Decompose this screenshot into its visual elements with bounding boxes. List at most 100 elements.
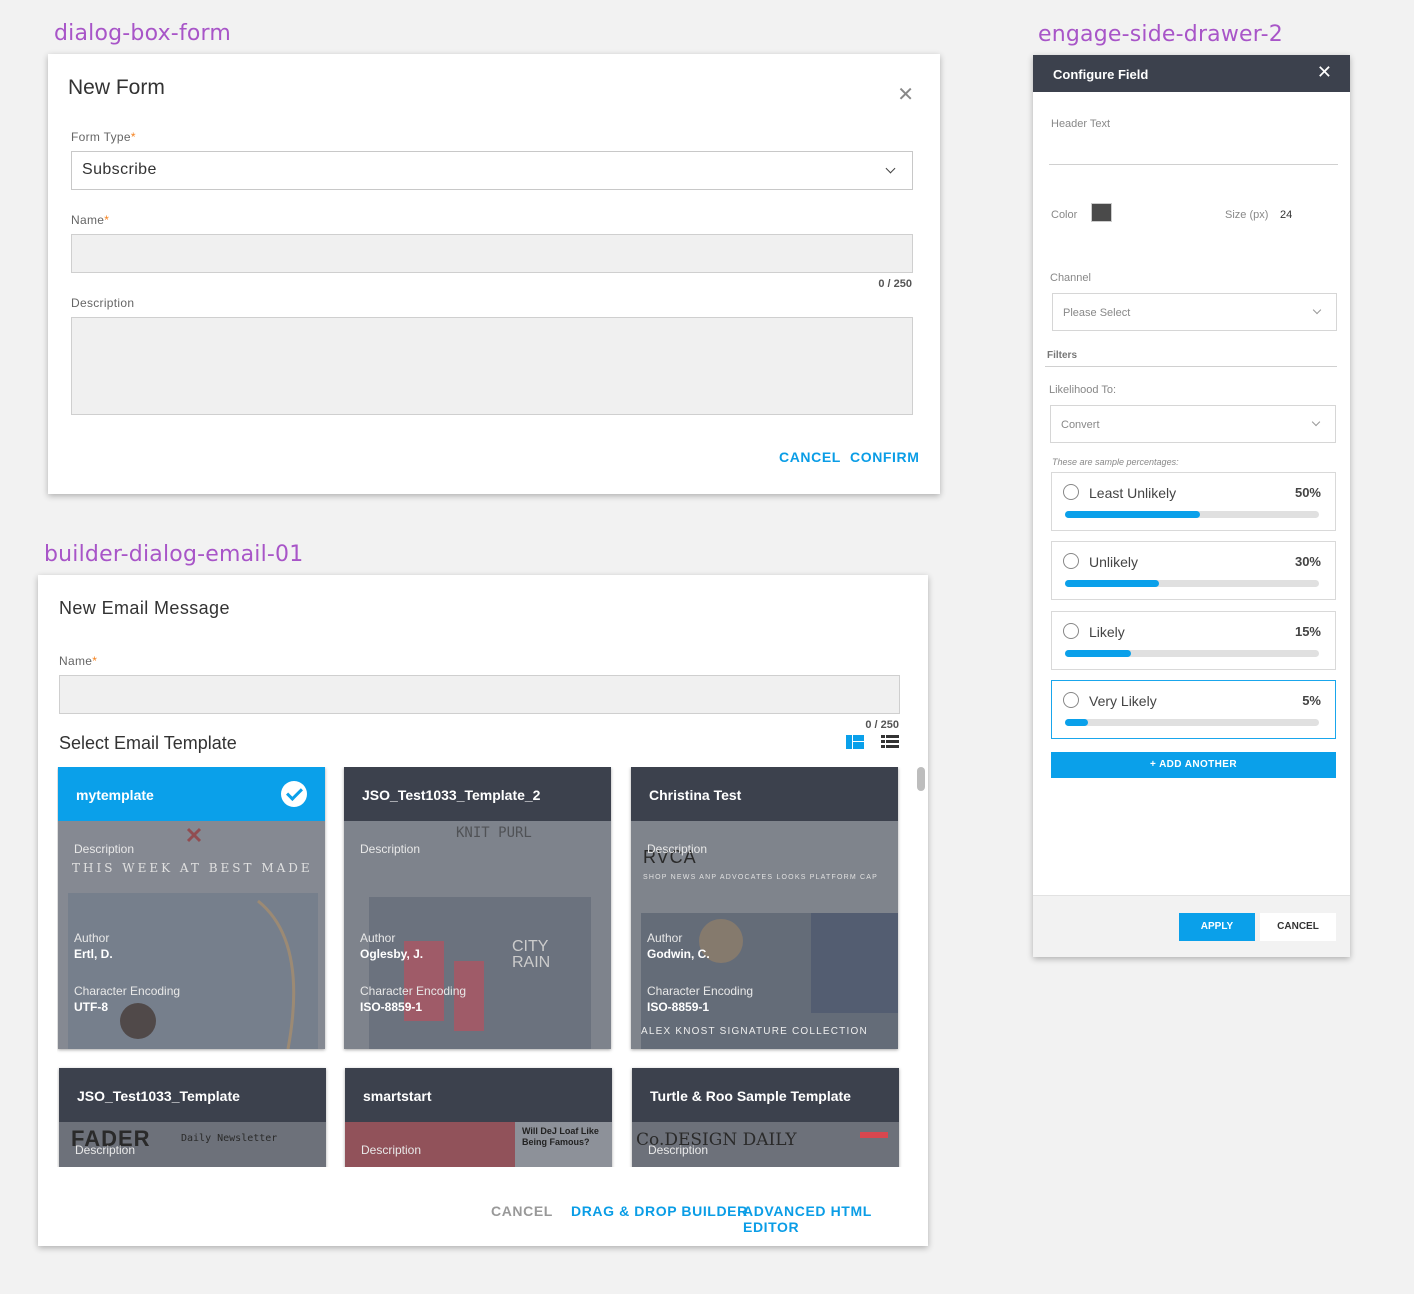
- artboard-label-email: builder-dialog-email-01: [44, 542, 304, 567]
- author-label: Author: [647, 931, 683, 945]
- likelihood-option[interactable]: Very Likely 5%: [1051, 680, 1336, 739]
- preview-caption: ALEX KNOST SIGNATURE COLLECTION: [641, 1026, 868, 1037]
- likelihood-option[interactable]: Least Unlikely 50%: [1051, 472, 1336, 531]
- preview-logo: KNIT PURL: [456, 825, 532, 841]
- description-label: Description: [71, 296, 135, 310]
- option-percentage: 5%: [1302, 693, 1321, 708]
- grid-view-icon[interactable]: [846, 735, 864, 749]
- template-preview: Co.DESIGN DAILY Description: [632, 1122, 899, 1167]
- radio-button[interactable]: [1063, 553, 1079, 569]
- progress-track: [1065, 719, 1319, 726]
- add-another-button[interactable]: + ADD ANOTHER: [1051, 752, 1336, 778]
- likelihood-select[interactable]: Convert: [1050, 405, 1336, 443]
- channel-select[interactable]: Please Select: [1052, 293, 1337, 331]
- template-card-turtle-and-roo[interactable]: Turtle & Roo Sample Template Co.DESIGN D…: [632, 1068, 899, 1167]
- progress-fill: [1065, 719, 1088, 726]
- template-card-smartstart[interactable]: smartstart Will DeJ Loaf Like Being Famo…: [345, 1068, 612, 1167]
- progress-fill: [1065, 650, 1131, 657]
- radio-button[interactable]: [1063, 484, 1079, 500]
- option-percentage: 15%: [1294, 624, 1321, 639]
- option-label: Very Likely: [1089, 693, 1157, 709]
- template-card-jso-test1033-template-2[interactable]: JSO_Test1033_Template_2 KNIT PURL CITY R…: [344, 767, 611, 1049]
- cancel-button[interactable]: CANCEL: [491, 1203, 553, 1219]
- close-icon[interactable]: ✕: [1317, 62, 1332, 83]
- template-card-jso-test1033-template[interactable]: JSO_Test1033_Template FADER Daily Newsle…: [59, 1068, 326, 1167]
- name-input[interactable]: [59, 675, 900, 714]
- author-value: Godwin, C.: [647, 947, 710, 961]
- channel-label: Channel: [1050, 272, 1091, 284]
- drawer-title: Configure Field: [1053, 67, 1149, 82]
- cancel-button[interactable]: CANCEL: [779, 449, 841, 465]
- chevron-down-icon: [1311, 417, 1321, 427]
- header-text-input[interactable]: [1049, 164, 1338, 165]
- encoding-value: UTF-8: [74, 1000, 108, 1014]
- apply-button[interactable]: APPLY: [1179, 913, 1255, 941]
- author-value: Ertl, D.: [74, 947, 113, 961]
- option-label: Likely: [1089, 624, 1125, 640]
- form-type-select[interactable]: Subscribe: [71, 151, 913, 190]
- option-percentage: 50%: [1294, 485, 1321, 500]
- author-label: Author: [360, 931, 396, 945]
- radio-button[interactable]: [1063, 692, 1079, 708]
- description-label: Description: [648, 1143, 709, 1157]
- channel-placeholder: Please Select: [1063, 307, 1131, 319]
- name-char-counter: 0 / 250: [878, 278, 912, 290]
- encoding-value: ISO-8859-1: [647, 1000, 710, 1014]
- name-input[interactable]: [71, 234, 913, 273]
- template-scrollbar[interactable]: [917, 767, 925, 1169]
- template-preview: KNIT PURL CITY RAIN Description Author O…: [344, 821, 611, 1049]
- preview-caption: CITY RAIN: [512, 938, 551, 971]
- author-value: Oglesby, J.: [360, 947, 424, 961]
- progress-track: [1065, 650, 1319, 657]
- description-label: Description: [647, 842, 708, 856]
- drawer-header: Configure Field ✕: [1033, 55, 1350, 92]
- list-view-icon[interactable]: [881, 735, 899, 749]
- description-label: Description: [360, 842, 421, 856]
- chevron-down-icon: [885, 163, 896, 174]
- dialog-title: New Email Message: [59, 598, 230, 618]
- encoding-value: ISO-8859-1: [360, 1000, 423, 1014]
- template-card-christina-test[interactable]: Christina Test RVCA SHOP NEWS ANP ADVOCA…: [631, 767, 898, 1049]
- selected-check-icon: [281, 781, 307, 807]
- option-label: Unlikely: [1089, 554, 1139, 570]
- preview-headline: THIS WEEK AT BEST MADE: [72, 861, 313, 875]
- name-label: Name*: [59, 654, 98, 668]
- encoding-label: Character Encoding: [74, 984, 181, 998]
- template-name: Turtle & Roo Sample Template: [632, 1068, 899, 1122]
- artboard-label-form: dialog-box-form: [54, 21, 232, 46]
- scrollbar-thumb[interactable]: [917, 767, 925, 791]
- filters-divider: [1045, 366, 1337, 367]
- new-email-dialog: New Email Message Name* 0 / 250 Select E…: [38, 575, 928, 1246]
- size-label: Size (px): [1225, 209, 1269, 221]
- template-preview: THIS WEEK AT BEST MADE Description Autho…: [58, 821, 325, 1049]
- size-value[interactable]: 24: [1280, 209, 1292, 221]
- preview-tagline: Daily Newsletter: [181, 1133, 278, 1144]
- progress-fill: [1065, 580, 1159, 587]
- likelihood-option[interactable]: Likely 15%: [1051, 611, 1336, 670]
- color-swatch[interactable]: [1091, 203, 1112, 222]
- radio-button[interactable]: [1063, 623, 1079, 639]
- close-icon[interactable]: ✕: [897, 82, 914, 107]
- author-label: Author: [74, 931, 110, 945]
- template-card-mytemplate[interactable]: mytemplate THIS WEEK AT BEST MADE Descri…: [58, 767, 325, 1049]
- likelihood-option[interactable]: Unlikely 30%: [1051, 541, 1336, 600]
- form-type-value: Subscribe: [82, 161, 157, 178]
- description-textarea[interactable]: [71, 317, 913, 415]
- template-preview: RVCA SHOP NEWS ANP ADVOCATES LOOKS PLATF…: [631, 821, 898, 1049]
- cancel-button[interactable]: CANCEL: [1260, 913, 1336, 941]
- preview-accent: [860, 1132, 888, 1138]
- progress-fill: [1065, 511, 1200, 518]
- advanced-html-editor-button[interactable]: ADVANCED HTML EDITOR: [743, 1203, 928, 1235]
- chevron-down-icon: [1312, 305, 1322, 315]
- progress-track: [1065, 580, 1319, 587]
- configure-field-drawer: Configure Field ✕ Header Text Color Size…: [1033, 55, 1350, 957]
- sample-note: These are sample percentages:: [1052, 457, 1179, 467]
- template-name: JSO_Test1033_Template_2: [344, 767, 611, 821]
- likelihood-label: Likelihood To:: [1049, 384, 1117, 396]
- preview-headline: Will DeJ Loaf Like Being Famous?: [522, 1126, 599, 1147]
- name-char-counter: 0 / 250: [865, 719, 899, 731]
- confirm-button[interactable]: CONFIRM: [850, 449, 920, 465]
- drag-drop-builder-button[interactable]: DRAG & DROP BUILDER: [571, 1203, 748, 1219]
- description-label: Description: [74, 842, 135, 856]
- filters-label: Filters: [1047, 350, 1078, 361]
